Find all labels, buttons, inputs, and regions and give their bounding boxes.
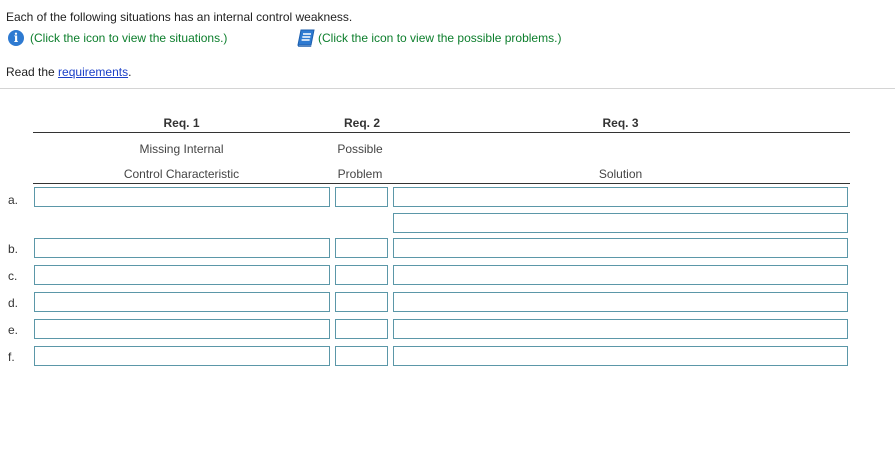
row-c-solution-input[interactable]: [393, 265, 848, 285]
col2-header-line2: Problem: [337, 167, 383, 181]
row-e-characteristic-input[interactable]: [34, 319, 330, 339]
req3-header: Req. 3: [602, 116, 639, 130]
row-label-d: d.: [8, 296, 19, 310]
req1-header: Req. 1: [163, 116, 200, 130]
row-f-problem-input[interactable]: [335, 346, 388, 366]
col2-header-line1: Possible: [337, 142, 383, 156]
header-rule-top: [33, 132, 850, 133]
row-c-characteristic-input[interactable]: [34, 265, 330, 285]
read-requirements-line: Read the requirements.: [6, 65, 131, 79]
intro-text: Each of the following situations has an …: [6, 10, 353, 24]
requirements-link[interactable]: requirements: [58, 65, 128, 79]
col1-header-line1: Missing Internal: [139, 142, 224, 156]
row-a-solution-input-2[interactable]: [393, 213, 848, 233]
book-icon[interactable]: [296, 29, 316, 47]
req2-header: Req. 2: [343, 116, 380, 130]
situations-link[interactable]: (Click the icon to view the situations.): [30, 31, 227, 45]
divider: [0, 88, 895, 89]
read-prefix: Read the: [6, 65, 59, 79]
row-a-solution-input[interactable]: [393, 187, 848, 207]
header-rule-bottom: [33, 183, 850, 184]
row-label-f: f.: [8, 350, 15, 364]
read-suffix: .: [128, 65, 132, 79]
problems-link[interactable]: (Click the icon to view the possible pro…: [318, 31, 561, 45]
row-b-solution-input[interactable]: [393, 238, 848, 258]
row-d-characteristic-input[interactable]: [34, 292, 330, 312]
row-label-a: a.: [8, 193, 19, 207]
row-b-characteristic-input[interactable]: [34, 238, 330, 258]
row-b-problem-input[interactable]: [335, 238, 388, 258]
row-d-solution-input[interactable]: [393, 292, 848, 312]
row-d-problem-input[interactable]: [335, 292, 388, 312]
col1-header-line2: Control Characteristic: [123, 167, 240, 181]
row-f-characteristic-input[interactable]: [34, 346, 330, 366]
col3-header: Solution: [598, 167, 643, 181]
row-c-problem-input[interactable]: [335, 265, 388, 285]
row-label-b: b.: [8, 242, 19, 256]
row-f-solution-input[interactable]: [393, 346, 848, 366]
row-label-c: c.: [8, 269, 18, 283]
info-icon[interactable]: i: [8, 30, 24, 46]
row-label-e: e.: [8, 323, 19, 337]
row-e-problem-input[interactable]: [335, 319, 388, 339]
row-a-problem-input[interactable]: [335, 187, 388, 207]
row-a-characteristic-input[interactable]: [34, 187, 330, 207]
row-e-solution-input[interactable]: [393, 319, 848, 339]
